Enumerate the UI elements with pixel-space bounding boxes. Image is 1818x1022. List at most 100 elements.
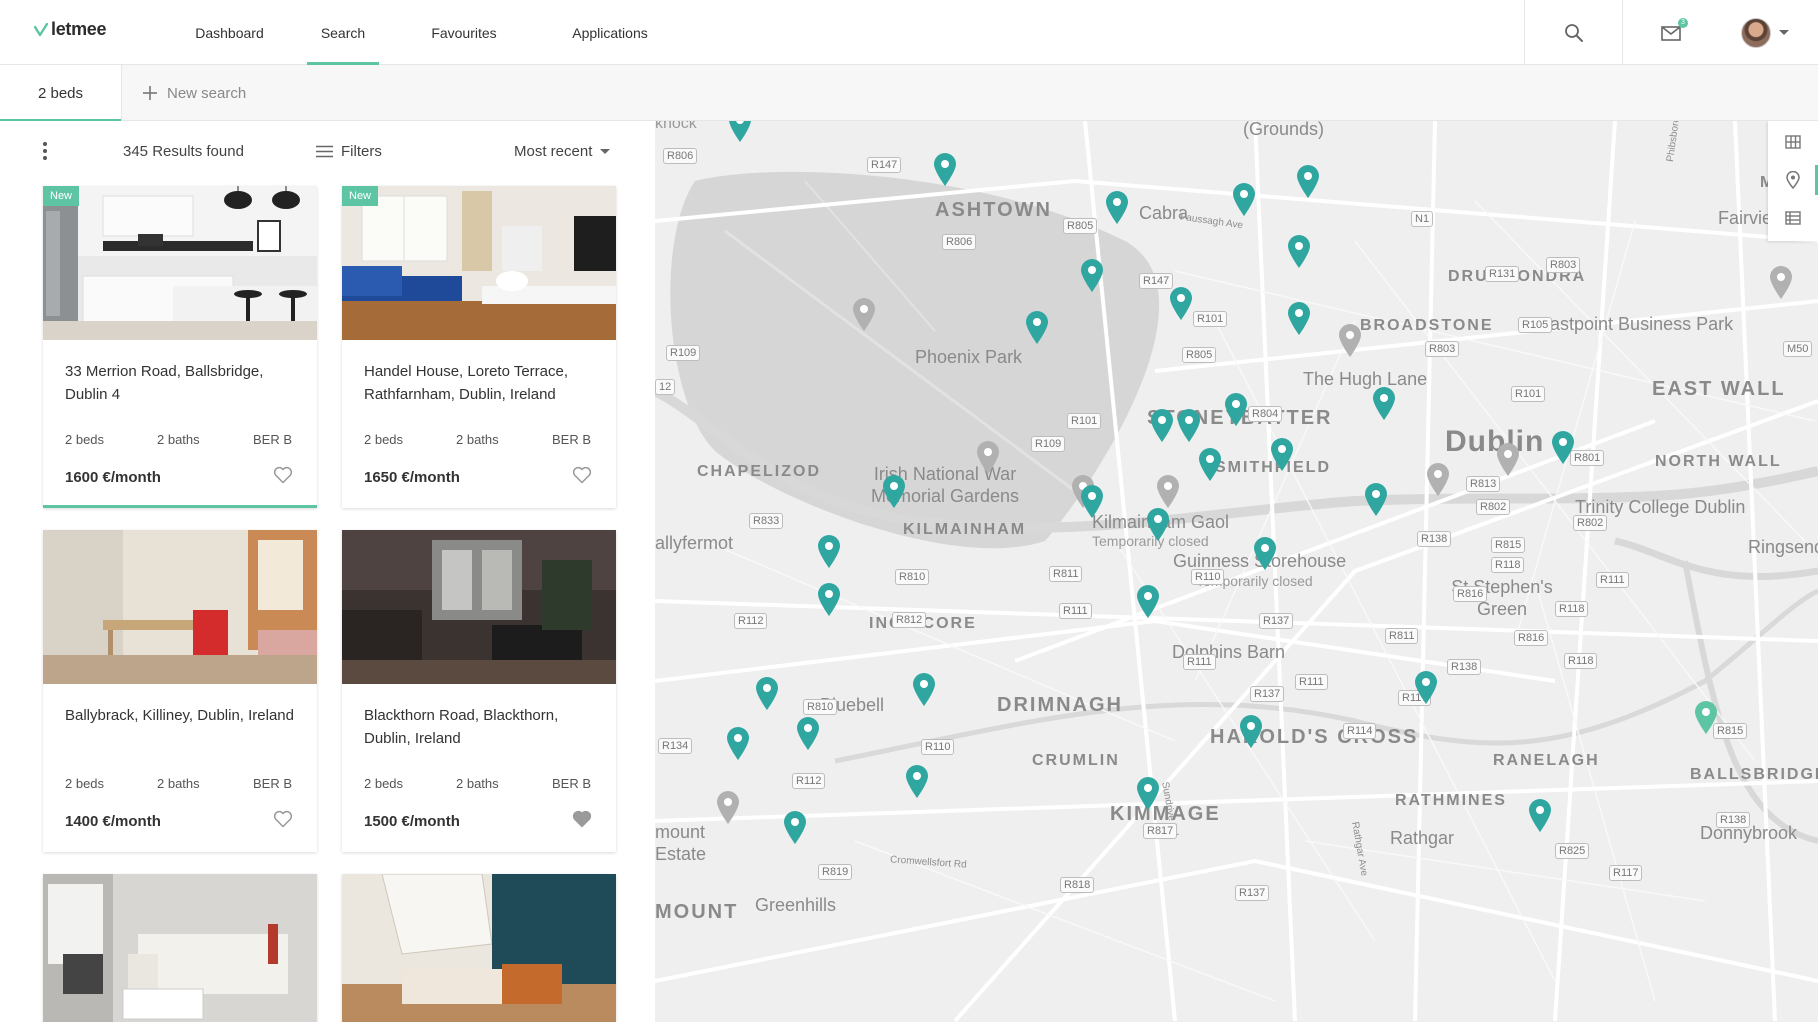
list-view-button[interactable] bbox=[1768, 199, 1818, 237]
road-tag: R101 bbox=[1193, 311, 1228, 327]
listing-ber: BER B bbox=[253, 432, 293, 447]
venue-poi-icon bbox=[1770, 266, 1792, 299]
road-tag: R112 bbox=[734, 613, 768, 629]
new-search-button[interactable]: New search bbox=[143, 65, 246, 121]
listing-map-pin[interactable] bbox=[1176, 407, 1202, 443]
tab-current-search[interactable]: 2 beds bbox=[0, 65, 122, 122]
listing-map-pin[interactable] bbox=[881, 473, 907, 509]
road-tag: R110 bbox=[1191, 569, 1225, 585]
logo-check-icon bbox=[34, 22, 48, 36]
sort-dropdown[interactable]: Most recent bbox=[514, 143, 611, 160]
listing-map-pin[interactable] bbox=[1135, 583, 1161, 619]
brand-logo[interactable]: letmee bbox=[34, 19, 107, 40]
filters-button[interactable]: Filters bbox=[316, 143, 382, 160]
listing-card[interactable]: Blackthorn Road, Blackthorn, Dublin, Ire… bbox=[342, 530, 616, 852]
listing-map-pin[interactable] bbox=[911, 671, 937, 707]
nav-applications[interactable]: Applications bbox=[560, 0, 660, 65]
heart-outline-icon[interactable] bbox=[572, 466, 592, 484]
listing-map-pin[interactable] bbox=[1371, 385, 1397, 421]
listing-map-pin[interactable] bbox=[795, 715, 821, 751]
listing-card[interactable]: New Handel House, Loreto Terrace, Rathfa… bbox=[342, 186, 616, 508]
listing-map-pin[interactable] bbox=[1079, 483, 1105, 519]
listing-map-pin[interactable] bbox=[725, 725, 751, 761]
road-tag: R810 bbox=[895, 569, 930, 585]
listing-map-pin[interactable] bbox=[1286, 300, 1312, 336]
new-search-label: New search bbox=[167, 84, 247, 102]
map-label: Irish National War Memorial Gardens bbox=[870, 464, 1020, 506]
grid-view-button[interactable] bbox=[1768, 123, 1818, 161]
listing-map-pin[interactable] bbox=[1149, 407, 1175, 443]
listing-map-pin-selected[interactable] bbox=[1693, 699, 1719, 735]
map-label: DRIMNAGH bbox=[997, 694, 1123, 716]
listing-card[interactable] bbox=[43, 874, 317, 1022]
nav-favourites[interactable]: Favourites bbox=[420, 0, 508, 65]
search-button[interactable] bbox=[1524, 0, 1622, 65]
map-label: NORTH WALL bbox=[1655, 453, 1782, 470]
map-label: Ringsend bbox=[1748, 537, 1818, 557]
map-view-button[interactable] bbox=[1768, 161, 1818, 199]
more-options-icon[interactable] bbox=[40, 142, 50, 162]
road-tag: R118 bbox=[1555, 601, 1589, 617]
listing-map-pin[interactable] bbox=[1231, 181, 1257, 217]
listing-map-pin[interactable] bbox=[1413, 669, 1439, 705]
listing-map-pin[interactable] bbox=[932, 151, 958, 187]
listing-address: Handel House, Loreto Terrace, Rathfarnha… bbox=[364, 363, 569, 403]
road-tag: R131 bbox=[1485, 266, 1520, 282]
listing-map-pin[interactable] bbox=[727, 121, 753, 143]
listing-map-pin[interactable] bbox=[1197, 446, 1223, 482]
listing-map-pin[interactable] bbox=[1550, 429, 1576, 465]
top-navigation: letmee Dashboard Search Favourites Appli… bbox=[0, 0, 1818, 65]
listing-map-pin[interactable] bbox=[1252, 535, 1278, 571]
listing-map-pin[interactable] bbox=[1363, 481, 1389, 517]
listing-map-pin[interactable] bbox=[816, 533, 842, 569]
listing-map-pin[interactable] bbox=[1527, 797, 1553, 833]
listing-map-pin[interactable] bbox=[1104, 189, 1130, 225]
listing-map-pin[interactable] bbox=[1135, 775, 1161, 811]
heart-outline-icon[interactable] bbox=[273, 810, 293, 828]
nav-dashboard[interactable]: Dashboard bbox=[168, 0, 291, 65]
road-tag: R815 bbox=[1491, 537, 1526, 553]
account-menu[interactable] bbox=[1720, 0, 1810, 65]
map-label: RANELAGH bbox=[1493, 752, 1600, 769]
listing-map-pin[interactable] bbox=[1238, 713, 1264, 749]
listing-card[interactable] bbox=[342, 874, 616, 1022]
listing-beds: 2 beds bbox=[65, 776, 105, 791]
road-tag: R805 bbox=[1182, 347, 1217, 363]
map-label: MOUNT bbox=[655, 901, 739, 923]
map-label: RATHMINES bbox=[1395, 792, 1507, 809]
listing-map-pin[interactable] bbox=[816, 581, 842, 617]
road-tag: R147 bbox=[867, 157, 902, 173]
listing-photo: New bbox=[342, 186, 616, 340]
listing-map-pin[interactable] bbox=[754, 675, 780, 711]
map-label: Eastpoint Business Park bbox=[1538, 314, 1734, 334]
road-tag: R833 bbox=[749, 513, 784, 529]
heart-filled-icon[interactable] bbox=[572, 810, 592, 828]
road-tag: R816 bbox=[1514, 630, 1549, 646]
listing-map-pin[interactable] bbox=[1145, 506, 1171, 542]
listing-map-pin[interactable] bbox=[1269, 436, 1295, 472]
heart-outline-icon[interactable] bbox=[273, 466, 293, 484]
road-tag: R803 bbox=[1546, 257, 1581, 273]
listing-map-pin[interactable] bbox=[1168, 285, 1194, 321]
map-label: Rathgar bbox=[1390, 828, 1455, 848]
listing-map-pin[interactable] bbox=[1286, 233, 1312, 269]
map-label: BROADSTONE bbox=[1360, 317, 1494, 334]
road-tag: R118 bbox=[1564, 653, 1598, 669]
listing-photo bbox=[342, 530, 616, 684]
listing-map-pin[interactable] bbox=[782, 809, 808, 845]
search-map[interactable]: knock (Grounds) ASHTOWN Cabra Faussagh A… bbox=[655, 121, 1818, 1022]
listing-map-pin[interactable] bbox=[1079, 257, 1105, 293]
listing-card[interactable]: New 33 Merrion Road, Ballsbridge, Dublin… bbox=[43, 186, 317, 508]
listing-map-pin[interactable] bbox=[1223, 391, 1249, 427]
listing-beds: 2 beds bbox=[364, 432, 404, 447]
search-icon bbox=[1564, 23, 1583, 42]
messages-button[interactable]: 3 bbox=[1622, 0, 1720, 65]
road-tag: N1 bbox=[1411, 211, 1434, 227]
listing-map-pin[interactable] bbox=[904, 763, 930, 799]
listing-map-pin[interactable] bbox=[1295, 163, 1321, 199]
listing-card[interactable]: Ballybrack, Killiney, Dublin, Ireland 2 … bbox=[43, 530, 317, 852]
listing-beds: 2 beds bbox=[364, 776, 404, 791]
nav-search[interactable]: Search bbox=[307, 0, 379, 65]
listing-map-pin[interactable] bbox=[1024, 309, 1050, 345]
listing-price: 1650 €/month bbox=[364, 469, 460, 486]
